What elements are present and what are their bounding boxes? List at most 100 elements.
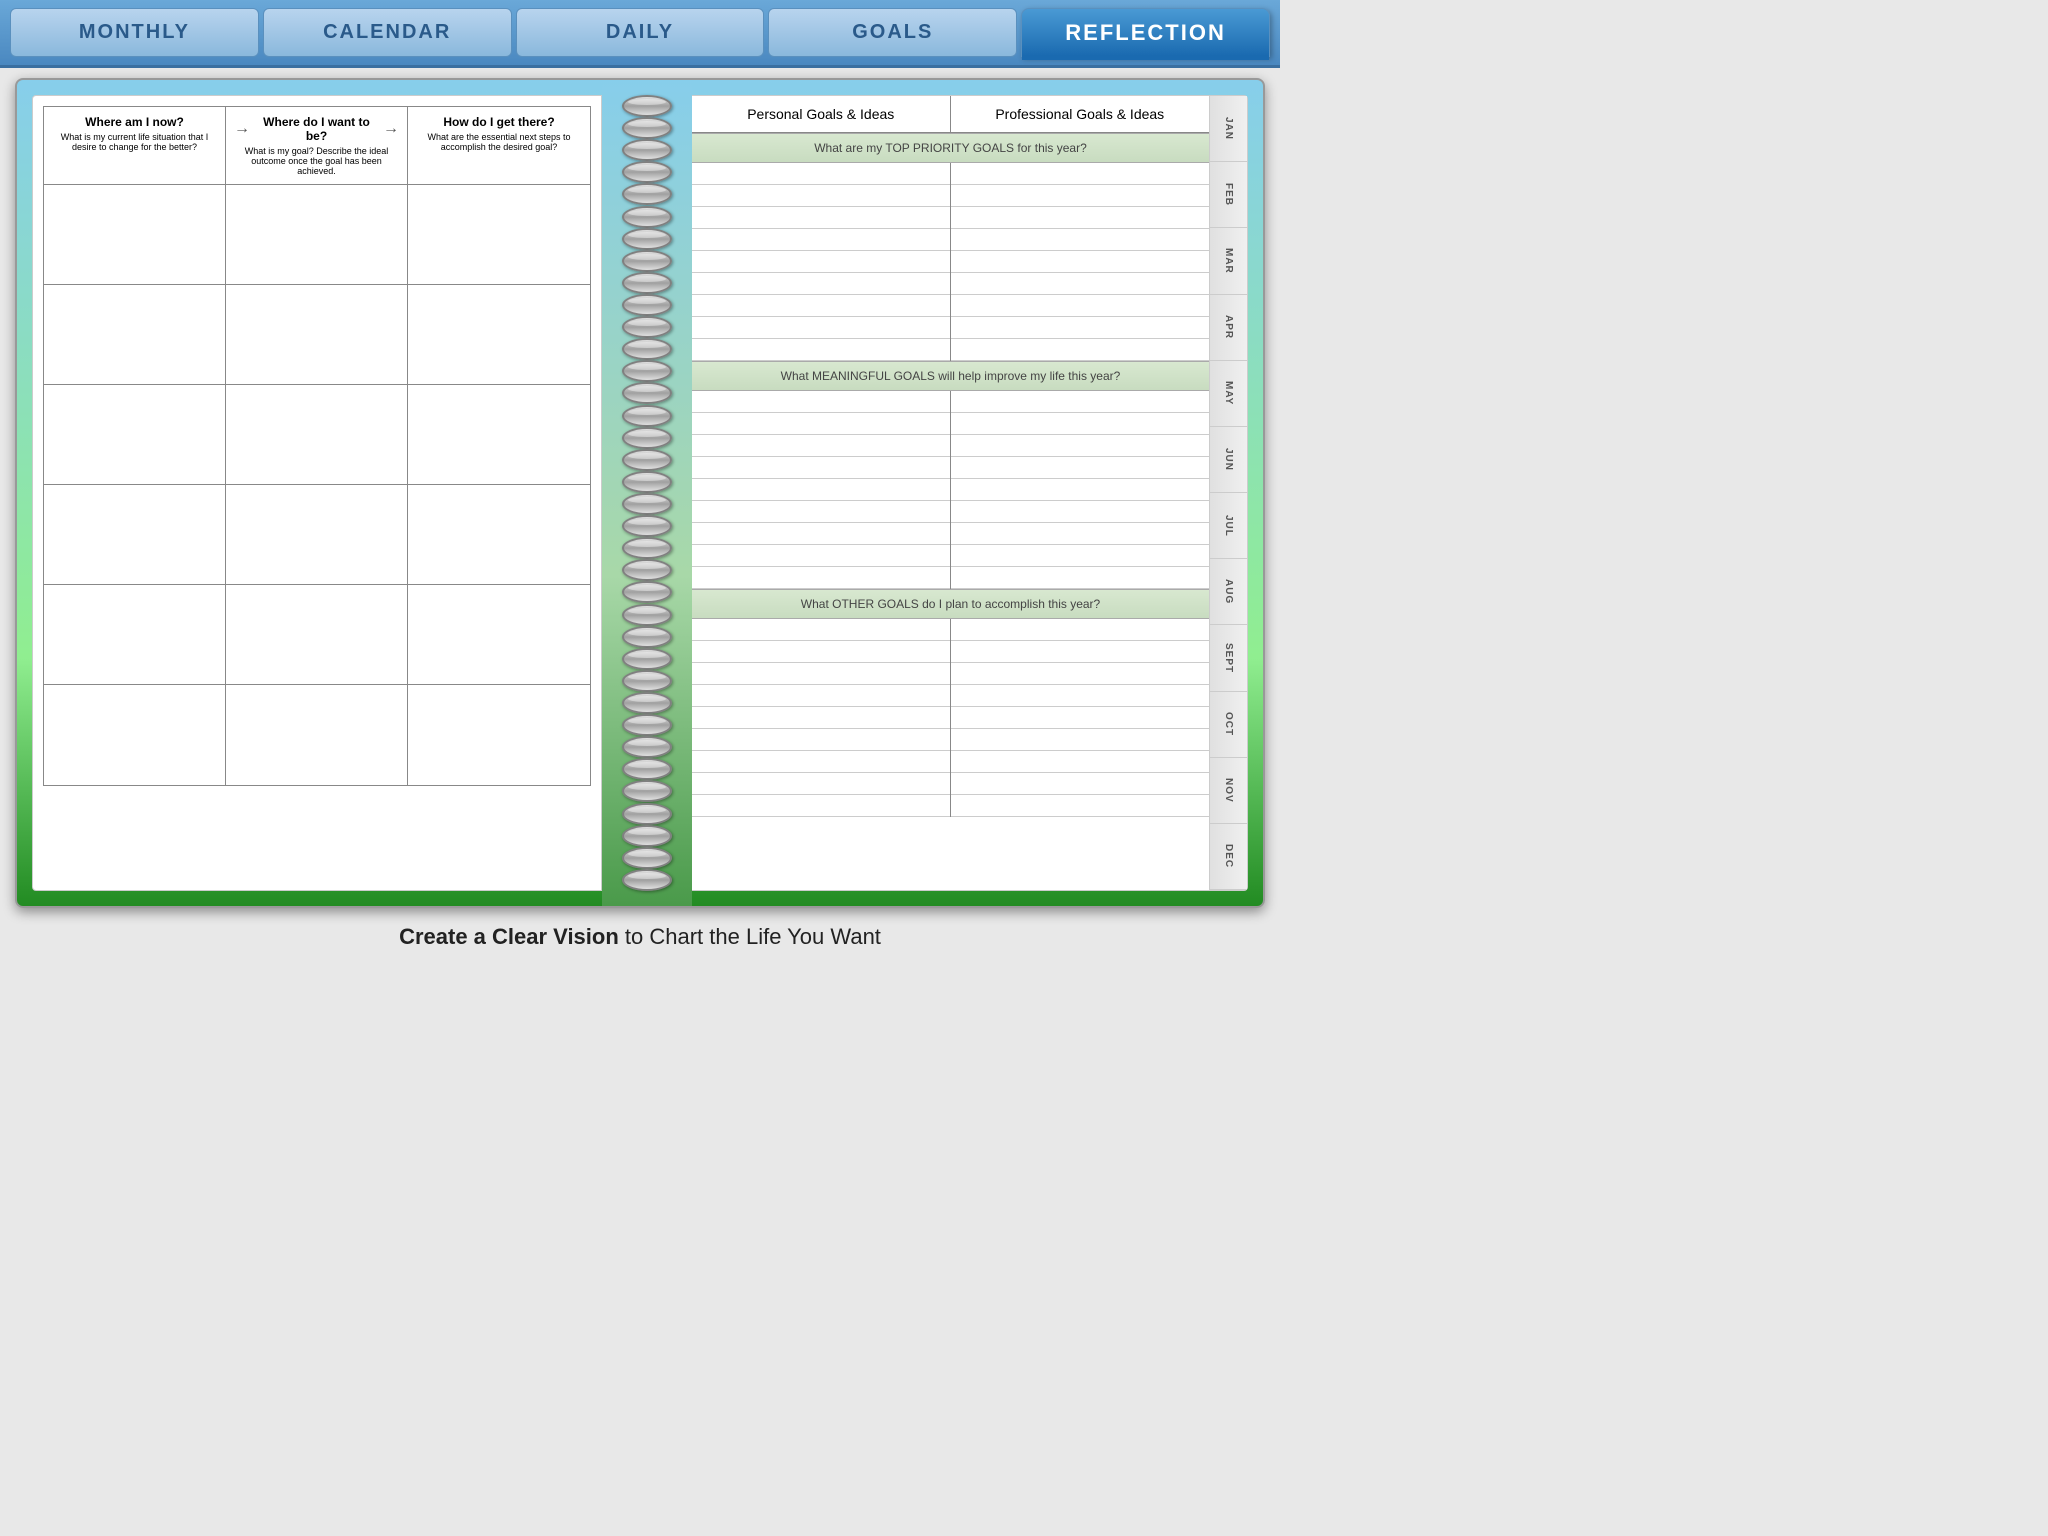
goals-line[interactable]	[951, 207, 1210, 229]
top-priority-professional[interactable]	[951, 163, 1210, 361]
month-tab-sept[interactable]: SEPT	[1210, 625, 1247, 691]
grid-cell[interactable]	[44, 685, 226, 785]
goals-line[interactable]	[692, 391, 950, 413]
goals-line[interactable]	[951, 413, 1210, 435]
month-tab-jul[interactable]: JUL	[1210, 493, 1247, 559]
goals-line[interactable]	[692, 773, 950, 795]
month-tab-oct[interactable]: OCT	[1210, 692, 1247, 758]
grid-cell[interactable]	[408, 485, 590, 585]
meaningful-personal[interactable]	[692, 391, 951, 589]
goals-line[interactable]	[951, 663, 1210, 685]
goals-line[interactable]	[692, 457, 950, 479]
month-tab-feb[interactable]: FEB	[1210, 162, 1247, 228]
tab-calendar[interactable]: CALENDAR	[263, 8, 512, 57]
goals-line[interactable]	[951, 391, 1210, 413]
month-tab-jan[interactable]: JAN	[1210, 96, 1247, 162]
goals-line[interactable]	[692, 663, 950, 685]
tab-goals[interactable]: GOALS	[768, 8, 1017, 57]
goals-line[interactable]	[951, 751, 1210, 773]
goals-line[interactable]	[951, 251, 1210, 273]
goals-line[interactable]	[692, 567, 950, 589]
tab-reflection[interactable]: REFLECTION	[1021, 8, 1270, 57]
book: Where am I now? What is my current life …	[15, 78, 1265, 908]
goals-line[interactable]	[951, 229, 1210, 251]
month-tab-nov[interactable]: NOV	[1210, 758, 1247, 824]
goals-line[interactable]	[951, 339, 1210, 361]
goals-line[interactable]	[692, 479, 950, 501]
grid-cell[interactable]	[44, 285, 226, 385]
goals-line[interactable]	[951, 729, 1210, 751]
goals-line[interactable]	[951, 619, 1210, 641]
tab-daily[interactable]: DAILY	[516, 8, 765, 57]
goals-line[interactable]	[951, 501, 1210, 523]
goals-line[interactable]	[692, 729, 950, 751]
goals-line[interactable]	[951, 641, 1210, 663]
goals-line[interactable]	[692, 501, 950, 523]
grid-cell[interactable]	[226, 385, 408, 485]
grid-cell[interactable]	[408, 285, 590, 385]
month-tab-aug[interactable]: AUG	[1210, 559, 1247, 625]
footer-bold: Create a Clear Vision	[399, 924, 619, 949]
goals-line[interactable]	[951, 435, 1210, 457]
goals-line[interactable]	[692, 163, 950, 185]
goals-line[interactable]	[692, 685, 950, 707]
goals-line[interactable]	[951, 185, 1210, 207]
goals-line[interactable]	[692, 751, 950, 773]
spiral-coil	[622, 471, 672, 493]
goals-line[interactable]	[692, 207, 950, 229]
grid-cell[interactable]	[226, 585, 408, 685]
grid-cell[interactable]	[226, 185, 408, 285]
goals-line[interactable]	[692, 545, 950, 567]
top-priority-personal[interactable]	[692, 163, 951, 361]
goals-line[interactable]	[692, 641, 950, 663]
goals-line[interactable]	[951, 773, 1210, 795]
goals-line[interactable]	[951, 707, 1210, 729]
goals-line[interactable]	[951, 457, 1210, 479]
goals-line[interactable]	[951, 163, 1210, 185]
grid-cell[interactable]	[44, 185, 226, 285]
goals-line[interactable]	[951, 295, 1210, 317]
other-personal[interactable]	[692, 619, 951, 817]
goals-line[interactable]	[692, 295, 950, 317]
goals-line[interactable]	[951, 523, 1210, 545]
goals-line[interactable]	[692, 619, 950, 641]
goals-line[interactable]	[951, 685, 1210, 707]
grid-cell[interactable]	[226, 285, 408, 385]
goals-line[interactable]	[951, 567, 1210, 589]
goals-line[interactable]	[692, 795, 950, 817]
meaningful-professional[interactable]	[951, 391, 1210, 589]
month-tab-mar[interactable]: MAR	[1210, 228, 1247, 294]
goals-line[interactable]	[951, 317, 1210, 339]
grid-cell[interactable]	[44, 385, 226, 485]
grid-cell[interactable]	[408, 185, 590, 285]
month-tab-may[interactable]: MAY	[1210, 361, 1247, 427]
goals-line[interactable]	[951, 479, 1210, 501]
goals-line[interactable]	[951, 545, 1210, 567]
grid-cell[interactable]	[408, 385, 590, 485]
goals-line[interactable]	[951, 795, 1210, 817]
tab-monthly[interactable]: MONTHLY	[10, 8, 259, 57]
grid-cell[interactable]	[408, 685, 590, 785]
month-tab-jun[interactable]: JUN	[1210, 427, 1247, 493]
grid-cell[interactable]	[408, 585, 590, 685]
grid-cell[interactable]	[44, 585, 226, 685]
spiral-coil	[622, 825, 672, 847]
goals-line[interactable]	[692, 707, 950, 729]
grid-cell[interactable]	[44, 485, 226, 585]
month-tab-dec[interactable]: DEC	[1210, 824, 1247, 890]
goals-line[interactable]	[692, 273, 950, 295]
goals-line[interactable]	[692, 339, 950, 361]
grid-cell[interactable]	[226, 685, 408, 785]
goals-line[interactable]	[692, 185, 950, 207]
other-professional[interactable]	[951, 619, 1210, 817]
goals-line[interactable]	[692, 317, 950, 339]
goals-line[interactable]	[692, 435, 950, 457]
grid-cell[interactable]	[226, 485, 408, 585]
goals-line[interactable]	[692, 413, 950, 435]
goals-line[interactable]	[692, 251, 950, 273]
arrow-icon1: →	[234, 120, 250, 138]
month-tab-apr[interactable]: APR	[1210, 295, 1247, 361]
goals-line[interactable]	[692, 229, 950, 251]
goals-line[interactable]	[951, 273, 1210, 295]
goals-line[interactable]	[692, 523, 950, 545]
